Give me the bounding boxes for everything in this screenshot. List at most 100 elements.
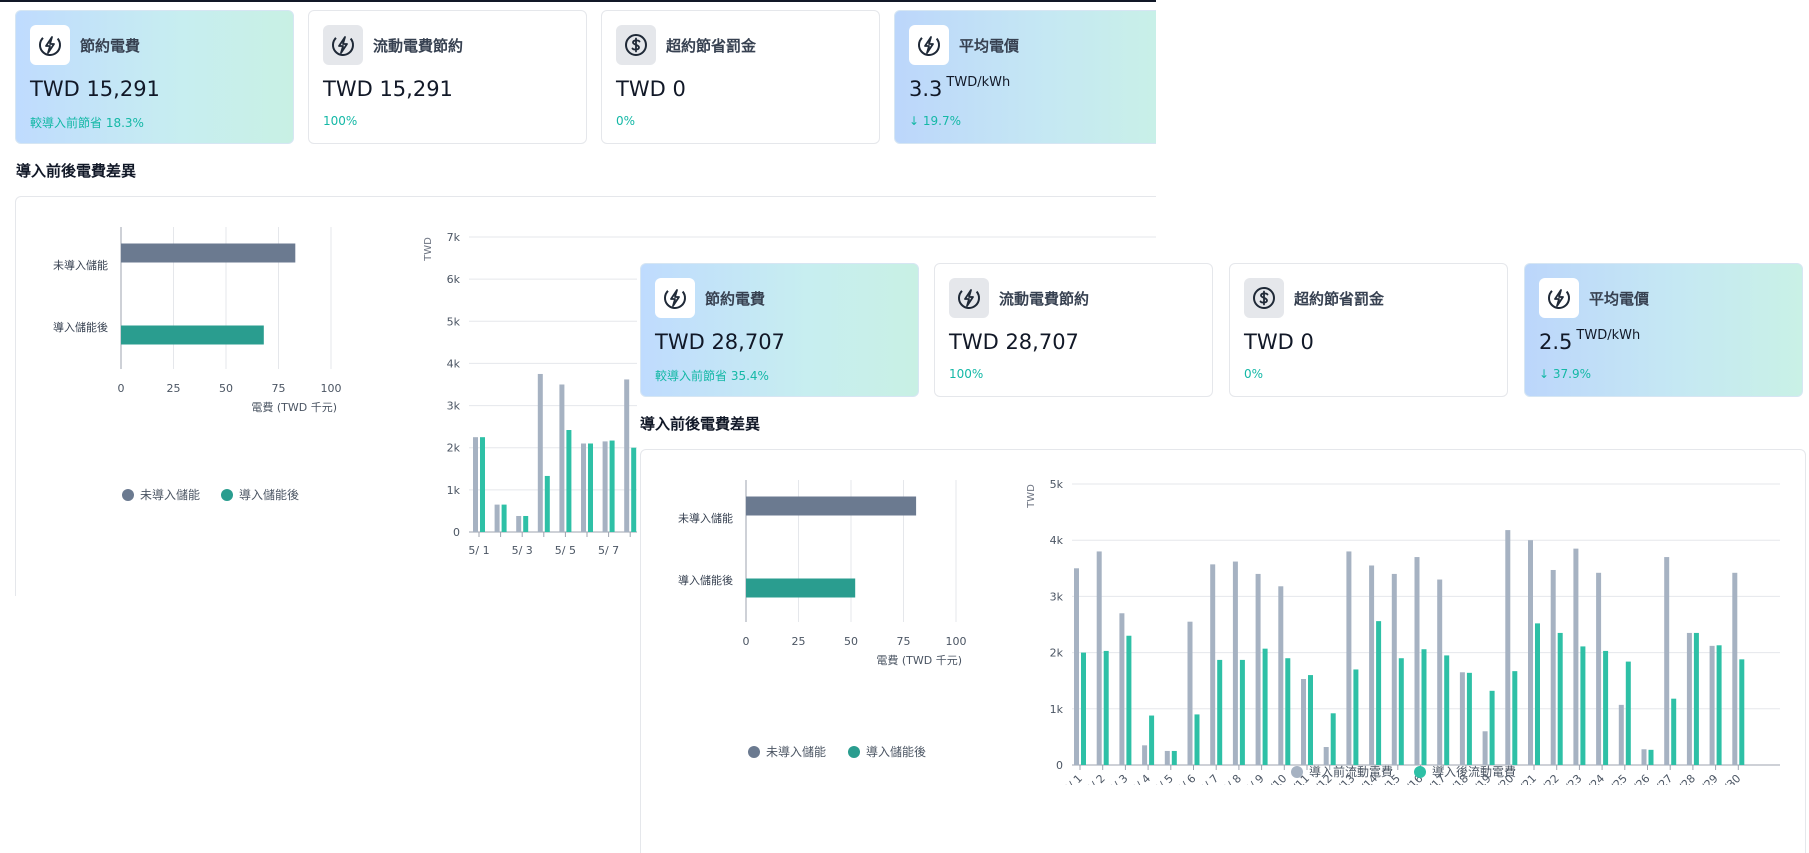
bar-before — [1709, 645, 1715, 765]
y-tick-label: 5k — [447, 315, 461, 328]
bar-before — [1437, 579, 1443, 765]
card-title: 超約節省罰金 — [1294, 290, 1385, 308]
x-tick-label: 75 — [897, 635, 911, 648]
bar-before — [1641, 749, 1647, 765]
bar-after — [1648, 749, 1654, 765]
card-subtext: ↓ 37.9% — [1539, 367, 1591, 381]
card-title: 平均電價 — [1589, 290, 1650, 308]
section-title: 導入前後電費差異 — [640, 415, 761, 433]
bar-after — [501, 504, 507, 532]
bar-after — [1421, 649, 1427, 765]
legend-item-before[interactable]: 未導入儲能 — [122, 486, 200, 503]
card-value-number: TWD 15,291 — [30, 77, 160, 101]
bar-after — [1308, 675, 1313, 765]
bar-before — [1096, 551, 1102, 765]
y-tick-label: 3k — [1050, 590, 1064, 603]
card-value-unit: TWD/kWh — [946, 75, 1011, 90]
x-tick-label: 4/29 — [1694, 772, 1721, 785]
bolt-leaf-icon — [332, 34, 354, 56]
y-tick-label: 6k — [447, 273, 461, 286]
card-value-number: TWD 0 — [616, 77, 686, 101]
card-value: TWD 0 — [616, 77, 686, 101]
card-value: TWD 15,291 — [323, 77, 453, 101]
x-tick-label: 4/25 — [1603, 772, 1630, 785]
y-axis-label: TWD — [1026, 484, 1037, 509]
bar-after — [1239, 659, 1245, 765]
bar-before — [537, 373, 543, 532]
summary-bar-chart: 0 25 50 75 100 未導入儲能導入儲能後電費 (TWD 千元) — [53, 227, 342, 414]
bar-before — [1686, 632, 1692, 765]
y-tick-label: 4k — [1050, 534, 1064, 547]
x-tick-label: 5/ 3 — [512, 544, 533, 557]
bar-before — [559, 384, 565, 532]
bar-before — [1505, 530, 1511, 765]
bar-after — [1489, 690, 1495, 765]
legend-dot — [1291, 765, 1303, 778]
x-tick-label: 5/ 5 — [555, 544, 576, 557]
bar-after — [1217, 659, 1223, 765]
bar-after — [1126, 635, 1132, 765]
x-tick-label: 100 — [946, 635, 967, 648]
legend-dot — [1414, 765, 1426, 778]
bar-before — [494, 504, 500, 532]
bolt-leaf-icon — [918, 34, 940, 56]
x-axis-label: 電費 (TWD 千元) — [876, 653, 962, 667]
legend-item-after[interactable]: 導入儲能後 — [848, 743, 926, 760]
card-title: 節約電費 — [80, 37, 141, 55]
category-label: 未導入儲能 — [678, 511, 733, 525]
card-penalty-saving: 超約節省罰金 TWD 0 0% — [601, 10, 880, 144]
card-icon-box — [909, 25, 949, 65]
card-icon-box — [1244, 278, 1284, 318]
card-icon-box — [949, 278, 989, 318]
card-icon-box — [1539, 278, 1579, 318]
bar-before — [1232, 561, 1238, 765]
bar-after — [1739, 659, 1745, 765]
x-tick-label: 4/27 — [1649, 772, 1676, 785]
bar — [121, 243, 296, 263]
bar-before — [1369, 565, 1375, 765]
x-tick-label: 4/ 3 — [1106, 772, 1130, 785]
bar — [746, 496, 917, 516]
bar-after — [1376, 621, 1382, 765]
category-label: 導入儲能後 — [53, 320, 108, 334]
card-value-number: TWD 28,707 — [949, 330, 1079, 354]
y-axis-label: TWD — [423, 237, 434, 262]
bar — [746, 578, 856, 598]
x-tick-label: 5/ 1 — [468, 544, 489, 557]
x-tick-label: 100 — [321, 382, 342, 395]
bar-before — [602, 441, 608, 532]
x-tick-label: 75 — [272, 382, 286, 395]
x-tick-label: 4/ 8 — [1220, 772, 1244, 785]
bar-after — [1557, 632, 1563, 765]
bar-before — [1210, 564, 1216, 765]
bar-after — [1103, 650, 1109, 765]
bar-before — [1528, 540, 1533, 765]
legend-item-before[interactable]: 未導入儲能 — [748, 743, 826, 760]
x-tick-label: 4/ 9 — [1243, 772, 1267, 785]
dollar-circle-icon — [1253, 287, 1275, 309]
legend-item-after-flow[interactable]: 導入後流動電費 — [1414, 763, 1516, 780]
bolt-leaf-icon — [958, 287, 980, 309]
card-value-number: 3.3 — [909, 77, 943, 101]
legend-item-before-flow[interactable]: 導入前流動電費 — [1291, 763, 1393, 780]
bar-after — [523, 515, 529, 532]
daily-bar-chart: 01k2k3k4k5kTWD4/ 14/ 24/ 34/ 44/ 54/ 64/… — [1026, 478, 1780, 785]
card-value-number: TWD 0 — [1244, 330, 1314, 354]
legend-dot — [221, 488, 233, 501]
card-icon-box — [323, 25, 363, 65]
bar-after — [1330, 713, 1336, 765]
legend-item-after[interactable]: 導入儲能後 — [221, 486, 299, 503]
bolt-leaf-icon — [1548, 287, 1570, 309]
bar-before — [1550, 569, 1556, 765]
card-saved-cost: 節約電費 TWD 28,707 較導入前節省 35.4% — [640, 263, 919, 397]
x-tick-label: 4/ 4 — [1129, 772, 1153, 785]
category-label: 未導入儲能 — [53, 258, 108, 272]
y-tick-label: 5k — [1050, 478, 1064, 491]
y-tick-label: 0 — [453, 526, 460, 539]
card-subtext: 100% — [323, 114, 358, 128]
x-tick-label: 4/ 7 — [1197, 772, 1221, 785]
dollar-circle-icon — [625, 34, 647, 56]
bar-after — [588, 443, 593, 532]
section-title: 導入前後電費差異 — [16, 162, 137, 180]
bar-before — [1346, 551, 1352, 765]
